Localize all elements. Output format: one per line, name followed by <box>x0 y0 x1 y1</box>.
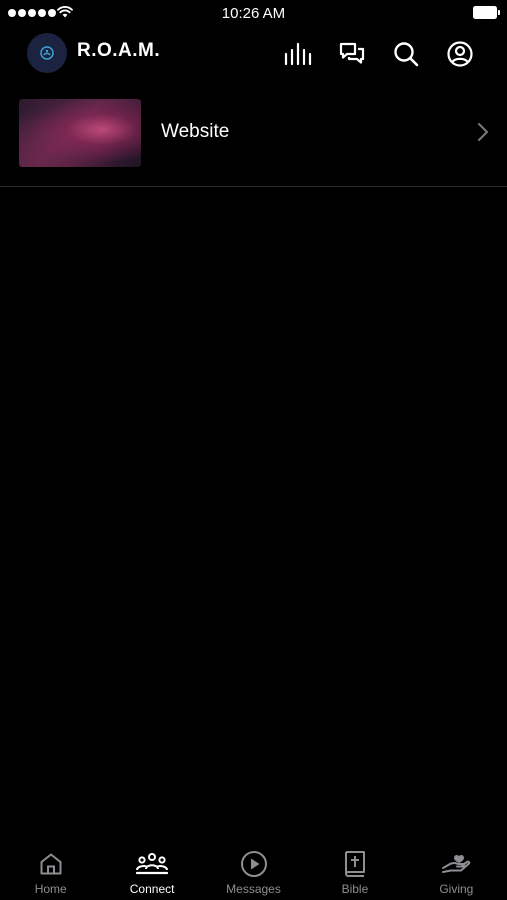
logo-mark-icon <box>40 46 54 60</box>
giving-hand-icon <box>441 849 471 879</box>
tab-connect-label: Connect <box>129 882 175 896</box>
chevron-right-icon <box>477 122 489 147</box>
battery-icon <box>473 6 500 19</box>
audio-bars-button[interactable] <box>282 38 314 70</box>
home-icon <box>38 849 64 879</box>
bible-icon <box>343 849 367 879</box>
tab-home-label: Home <box>34 882 67 896</box>
tab-giving[interactable]: Giving <box>406 842 507 900</box>
nebula-thumbnail <box>19 99 141 167</box>
status-time: 10:26 AM <box>221 5 286 22</box>
tab-bar: Home Connect Messages Bible Giving <box>0 842 507 900</box>
group-icon <box>136 849 169 879</box>
list-item-website[interactable]: Website <box>0 96 507 186</box>
tab-connect[interactable]: Connect <box>101 842 202 900</box>
tab-messages-label: Messages <box>226 882 281 896</box>
list-item-label: Website <box>161 121 230 142</box>
tab-messages[interactable]: Messages <box>203 842 304 900</box>
chat-bubbles-icon <box>339 42 365 64</box>
account-button[interactable] <box>444 38 476 70</box>
tab-home[interactable]: Home <box>0 842 101 900</box>
list-divider <box>0 186 507 187</box>
app-logo[interactable] <box>27 33 67 73</box>
tab-bible-label: Bible <box>341 882 369 896</box>
status-bar: 10:26 AM <box>0 0 507 28</box>
search-button[interactable] <box>390 38 422 70</box>
app-title: R.O.A.M. <box>77 40 161 61</box>
app-header: R.O.A.M. <box>0 30 507 76</box>
search-icon <box>394 42 419 67</box>
tab-bible[interactable]: Bible <box>304 842 405 900</box>
audio-bars-icon <box>284 42 312 66</box>
account-icon <box>447 41 473 67</box>
tab-giving-label: Giving <box>439 882 474 896</box>
play-circle-icon <box>240 849 268 879</box>
chat-button[interactable] <box>336 38 368 70</box>
app-screen: 10:26 AM R.O.A.M. Website Home Connect M… <box>0 0 507 900</box>
